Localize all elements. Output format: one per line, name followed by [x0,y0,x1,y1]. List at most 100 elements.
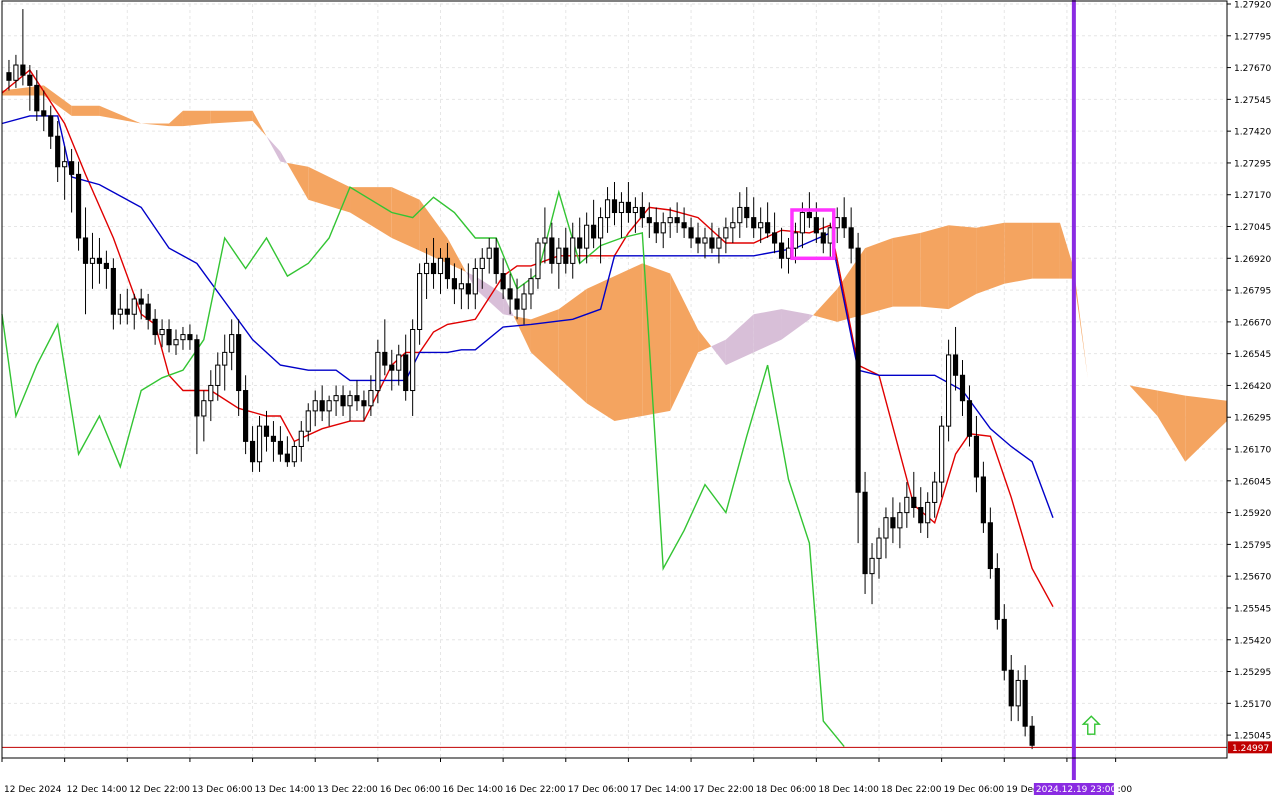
candle-body-bear [389,364,395,371]
candle-body-bear [145,303,151,320]
candle-body-bear [152,318,158,336]
candle-body-bull [604,199,611,219]
candle-body-bull [326,400,332,412]
x-tick-label: 18 Dec 22:00 [881,785,942,795]
candle-body-bull [946,354,952,427]
x-tick-label: 13 Dec 14:00 [255,785,316,795]
x-tick-label: 16 Dec 14:00 [442,785,503,795]
y-tick-label: 1.26670 [1234,318,1271,328]
candle-body-bear [514,298,520,310]
candle[interactable] [75,161,82,251]
candle-body-bear [646,217,652,224]
y-tick-label: 1.25170 [1234,700,1271,710]
candle-body-bull [375,351,381,392]
x-tick-label: 18 Dec 14:00 [818,785,879,795]
candle-body-bull [305,410,311,432]
x-tick-label: 17 Dec 14:00 [630,785,691,795]
candle-body-bear [507,288,513,300]
candle-body-bear [890,517,896,529]
cloud-bull-segment [976,222,1005,294]
y-tick-label: 1.25545 [1234,604,1271,614]
candle-body-bear [806,212,812,219]
candle-body-bear [653,222,659,234]
candle-body-bear [625,201,632,214]
candle-body-bull [229,334,235,353]
candle-body-bear [563,247,569,264]
candle-body-bear [709,237,715,249]
candle-body-bull [312,400,318,412]
x-tick-label: 17 Dec 06:00 [568,785,629,795]
candle-body-bear [430,262,437,275]
x-tick-label: 12 Dec 14:00 [67,785,128,795]
candle-body-bear [340,395,346,407]
candle-body-bull [939,425,945,483]
candle-body-bull [723,227,729,239]
candle-body-bear [34,84,40,112]
candle-body-bear [403,354,409,392]
candle-body-bull [799,212,806,234]
candle-body-bear [382,351,388,366]
cloud-bull-segment [614,263,643,422]
candle-body-bull [117,308,123,315]
candle-body-bear [549,237,555,264]
candle-body-bear [69,161,75,175]
candle-body-bear [1001,618,1007,671]
y-tick-label: 1.26420 [1234,382,1271,392]
candle-body-bull [201,400,207,417]
ichimoku-chart[interactable]: 1.27920 1.27795 1.27670 1.27545 1.27420 1.272… [0,0,1280,800]
candle-body-bear [778,242,785,259]
candle-body-bull [660,222,666,234]
cloud-bull-segment [182,110,211,127]
candle-body-bear [493,247,499,275]
candle-body-bear [82,237,89,264]
candle-body-bull [834,217,840,229]
candle-body-bull [437,257,444,275]
y-tick-label: 1.27795 [1234,32,1271,42]
candle-body-bull [159,329,165,336]
candle-body-bull [904,496,910,514]
current-price-label: 1.24997 [1232,744,1269,754]
candle-body-bear [639,206,645,219]
candle-body-bear [987,522,993,570]
cloud-bull-segment [71,105,100,116]
candle-body-bull [925,501,931,524]
candle-body-bear [591,224,597,239]
candle-body-bear [813,217,819,234]
y-tick-label: 1.25045 [1234,732,1271,742]
candle-body-bull [291,445,297,463]
candle-body-bull [13,64,19,81]
candle-body-bull [298,430,304,447]
candle-body-bear [187,334,193,341]
cloud-bull-segment [1004,222,1033,284]
candle-body-bull [827,227,833,244]
time-badge-label: 2024.12.19 23:00 [1036,785,1117,795]
candle-body-bear [918,507,924,524]
candle-body-bear [444,257,451,280]
chart-canvas[interactable]: 1.27920 1.27795 1.27670 1.27545 1.27420 1.272… [0,0,1280,800]
candle-body-bear [973,435,980,478]
candle-body-bull [410,329,416,392]
candle[interactable] [946,339,952,442]
candle-body-bear [1029,725,1035,746]
candle-body-bear [48,115,54,137]
candle-body-bull [208,384,214,402]
candle-body-bull [932,481,938,503]
candle-body-bull [737,206,743,224]
candle-body-bull [542,237,548,244]
candle-body-bear [75,173,82,239]
candle-body-bull [897,512,903,529]
candle-body-bull [256,425,263,463]
candle-body-bear [980,476,986,524]
candle-body-bull [556,247,562,264]
candle-body-bull [180,334,186,341]
candle-body-bear [138,298,144,305]
candle-body-bull [792,232,799,249]
candle-body-bull [702,237,708,244]
x-tick-label: 16 Dec 22:00 [505,785,566,795]
y-tick-label: 1.26295 [1234,414,1271,424]
y-tick-label: 1.27420 [1234,128,1271,138]
x-tick-label: 16 Dec 06:00 [380,785,441,795]
candle-body-bear [103,262,109,269]
cloud-bull-segment [586,276,615,422]
candle-body-bull [89,257,96,264]
